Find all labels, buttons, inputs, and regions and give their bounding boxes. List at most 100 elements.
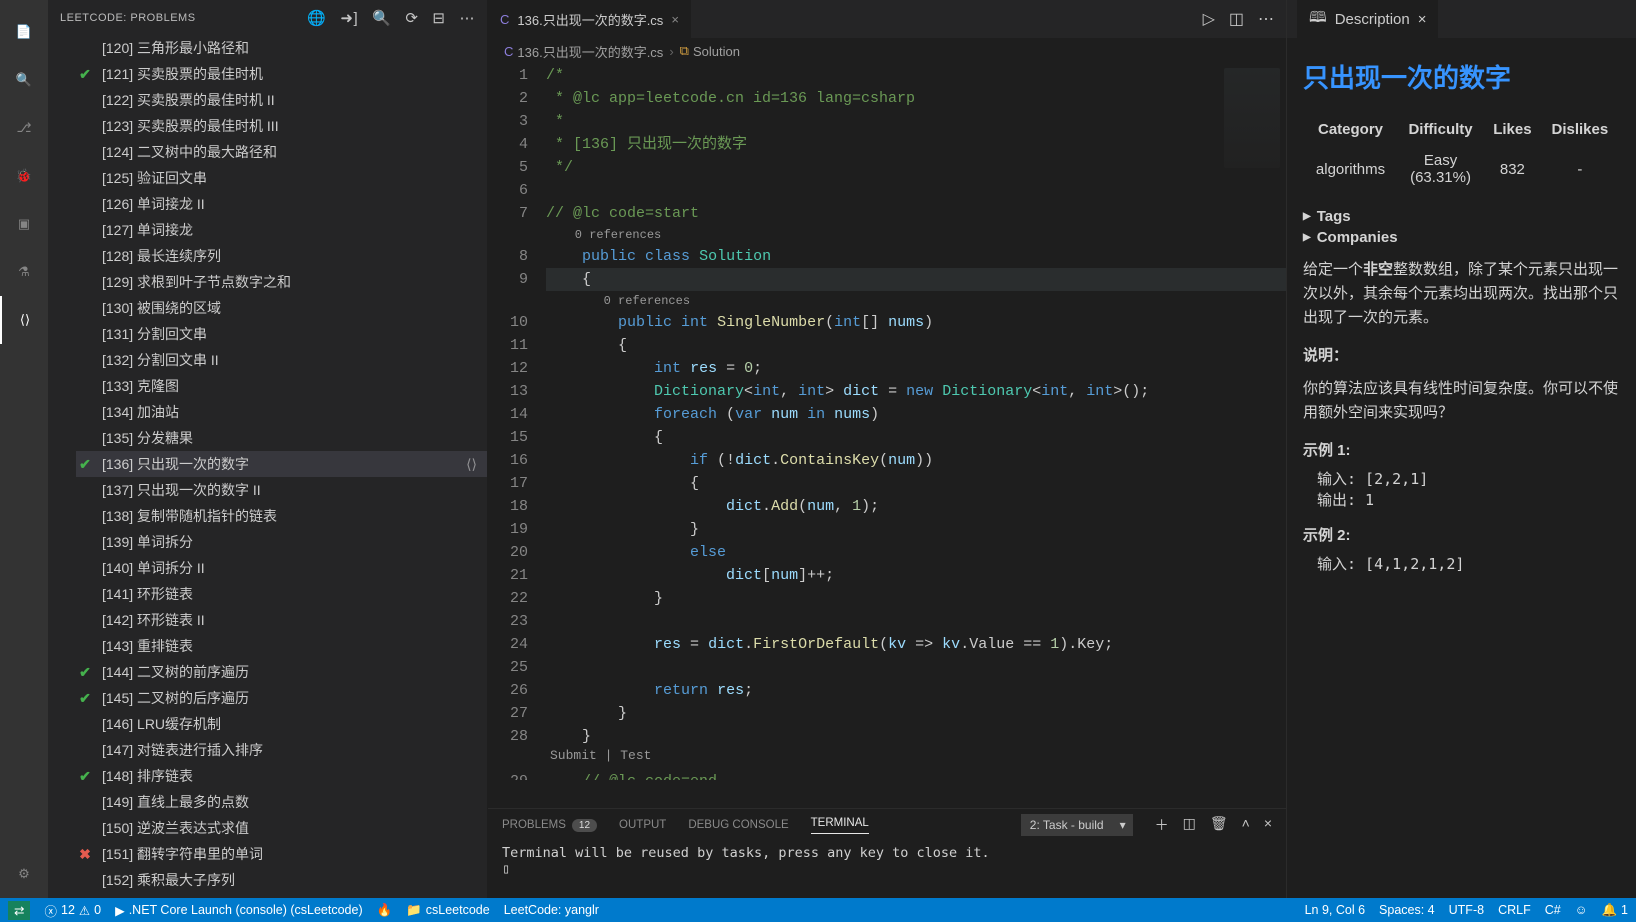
problem-row[interactable]: [131] 分割回文串 (76, 321, 487, 347)
breadcrumb-symbol: Solution (693, 44, 740, 59)
search-icon[interactable]: 🔍 (0, 56, 48, 104)
problem-row[interactable]: [125] 验证回文串 (76, 165, 487, 191)
problem-row[interactable]: [124] 二叉树中的最大路径和 (76, 139, 487, 165)
status-errors[interactable]: ⓧ 12 ⚠ 0 (44, 901, 101, 920)
problem-list[interactable]: [120] 三角形最小路径和✔[121] 买卖股票的最佳时机[122] 买卖股票… (48, 35, 487, 898)
explorer-icon[interactable]: 📄 (0, 8, 48, 56)
status-folder[interactable]: 📁 csLeetcode (406, 903, 490, 918)
code-lines[interactable]: /* * @lc app=leetcode.cn id=136 lang=csh… (546, 64, 1286, 808)
collapse-icon[interactable]: ⊟ (432, 9, 445, 27)
problem-row[interactable]: [137] 只出现一次的数字 II (76, 477, 487, 503)
close-panel-icon[interactable]: × (1264, 815, 1272, 835)
companies-toggle[interactable]: Companies (1303, 229, 1620, 246)
test-icon[interactable]: ⚗ (0, 248, 48, 296)
submit-test-codelens[interactable]: Submit | Test (546, 748, 1286, 770)
problem-row[interactable]: ✔[145] 二叉树的后序遍历 (76, 685, 487, 711)
terminal-body[interactable]: Terminal will be reused by tasks, press … (488, 841, 1286, 898)
problem-row[interactable]: [130] 被围绕的区域 (76, 295, 487, 321)
status-lang[interactable]: C# (1545, 903, 1561, 917)
terminal-task-select[interactable]: 2: Task - build (1021, 814, 1133, 836)
tags-toggle[interactable]: Tags (1303, 208, 1620, 225)
settings-gear-icon[interactable]: ⚙ (0, 850, 48, 898)
close-description-icon[interactable]: × (1418, 11, 1427, 28)
minimap[interactable] (1224, 68, 1280, 168)
problem-row[interactable]: [146] LRU缓存机制 (76, 711, 487, 737)
panel-tab-problems[interactable]: PROBLEMS 12 (502, 819, 597, 832)
new-terminal-icon[interactable]: ＋ (1155, 815, 1169, 835)
problem-row[interactable]: [123] 买卖股票的最佳时机 III (76, 113, 487, 139)
problem-label: [127] 单词接龙 (102, 220, 193, 240)
panel-tab-terminal[interactable]: TERMINAL (811, 817, 869, 834)
sidebar: LEETCODE: PROBLEMS 🌐 ➜] 🔍 ⟳ ⊟ ⋯ [120] 三角… (48, 0, 488, 898)
more-icon[interactable]: ⋯ (460, 9, 476, 27)
problem-row[interactable]: ✔[148] 排序链表 (76, 763, 487, 789)
problem-row[interactable]: [135] 分发糖果 (76, 425, 487, 451)
problem-row[interactable]: ✔[144] 二叉树的前序遍历 (76, 659, 487, 685)
globe-icon[interactable]: 🌐 (307, 9, 326, 27)
problem-row[interactable]: [122] 买卖股票的最佳时机 II (76, 87, 487, 113)
status-user[interactable]: LeetCode: yanglr (504, 903, 599, 917)
kill-terminal-icon[interactable]: 🗑 (1210, 815, 1228, 835)
problem-row[interactable]: [127] 单词接龙 (76, 217, 487, 243)
code-icon[interactable]: ⟨⟩ (466, 456, 477, 473)
status-spaces[interactable]: Spaces: 4 (1379, 903, 1435, 917)
panel-tab-debug[interactable]: DEBUG CONSOLE (688, 819, 788, 831)
status-launch[interactable]: ▶ .NET Core Launch (console) (csLeetcode… (115, 903, 363, 918)
maximize-panel-icon[interactable]: ˄ (1242, 815, 1250, 835)
refresh-icon[interactable]: ⟳ (405, 9, 418, 27)
example1-body: 输入: [2,2,1] 输出: 1 (1317, 468, 1620, 510)
description-tab[interactable]: 🕮 Description × (1297, 0, 1438, 40)
status-fire-icon[interactable]: 🔥 (377, 903, 393, 918)
status-bell[interactable]: 🔔1 (1601, 903, 1628, 918)
problem-row[interactable]: [132] 分割回文串 II (76, 347, 487, 373)
problem-row[interactable]: [142] 环形链表 II (76, 607, 487, 633)
extensions-icon[interactable]: ▣ (0, 200, 48, 248)
close-tab-icon[interactable]: × (671, 12, 679, 27)
editor-area: C 136.只出现一次的数字.cs × ▷ ◫ ⋯ C 136.只出现一次的数字… (488, 0, 1286, 898)
problem-row[interactable]: [134] 加油站 (76, 399, 487, 425)
problem-row[interactable]: [138] 复制带随机指针的链表 (76, 503, 487, 529)
problem-row[interactable]: [129] 求根到叶子节点数字之和 (76, 269, 487, 295)
signin-icon[interactable]: ➜] (340, 9, 358, 27)
breadcrumb[interactable]: C 136.只出现一次的数字.cs › ⧉ Solution (488, 38, 1286, 64)
status-encoding[interactable]: UTF-8 (1449, 903, 1484, 917)
split-terminal-icon[interactable]: ◫ (1183, 815, 1196, 835)
editor-more-icon[interactable]: ⋯ (1258, 9, 1274, 29)
problem-row[interactable]: [141] 环形链表 (76, 581, 487, 607)
meta-likes: 832 (1485, 146, 1540, 192)
problem-row[interactable]: [126] 单词接龙 II (76, 191, 487, 217)
code-editor[interactable]: 1234567891011121314151617181920212223242… (488, 64, 1286, 808)
problem-row[interactable]: [152] 乘积最大子序列 (76, 867, 487, 893)
source-control-icon[interactable]: ⎇ (0, 104, 48, 152)
check-icon: ✔ (76, 768, 94, 785)
test-link[interactable]: Test (620, 748, 651, 763)
status-feedback-icon[interactable]: ☺ (1575, 903, 1588, 917)
leetcode-icon[interactable]: ⟨⟩ (0, 296, 48, 344)
description-body[interactable]: 只出现一次的数字 Category Difficulty Likes Disli… (1287, 38, 1636, 898)
codelens[interactable]: 0 references (546, 225, 1286, 245)
problem-row[interactable]: [139] 单词拆分 (76, 529, 487, 555)
problem-row[interactable]: [149] 直线上最多的点数 (76, 789, 487, 815)
problem-row[interactable]: [150] 逆波兰表达式求值 (76, 815, 487, 841)
problem-row[interactable]: ✖[151] 翻转字符串里的单词 (76, 841, 487, 867)
problem-row[interactable]: ✔[121] 买卖股票的最佳时机 (76, 61, 487, 87)
submit-link[interactable]: Submit (550, 748, 597, 763)
problem-row[interactable]: [140] 单词拆分 II (76, 555, 487, 581)
remote-indicator[interactable]: ⇄ (8, 901, 30, 920)
panel-tab-output[interactable]: OUTPUT (619, 819, 666, 831)
editor-tab-active[interactable]: C 136.只出现一次的数字.cs × (488, 0, 692, 38)
problem-row[interactable]: [143] 重排链表 (76, 633, 487, 659)
split-editor-icon[interactable]: ◫ (1229, 9, 1244, 29)
problem-row[interactable]: ✔[136] 只出现一次的数字⟨⟩ (76, 451, 487, 477)
status-lncol[interactable]: Ln 9, Col 6 (1305, 903, 1365, 917)
problem-row[interactable]: [147] 对链表进行插入排序 (76, 737, 487, 763)
problem-row[interactable]: [133] 克隆图 (76, 373, 487, 399)
codelens[interactable]: 0 references (546, 291, 1286, 311)
search-problems-icon[interactable]: 🔍 (372, 9, 391, 27)
run-icon[interactable]: ▷ (1203, 9, 1215, 29)
problem-row[interactable]: [128] 最长连续序列 (76, 243, 487, 269)
problems-badge: 12 (572, 819, 597, 832)
debug-icon[interactable]: 🐞 (0, 152, 48, 200)
problem-row[interactable]: [120] 三角形最小路径和 (76, 35, 487, 61)
status-eol[interactable]: CRLF (1498, 903, 1531, 917)
